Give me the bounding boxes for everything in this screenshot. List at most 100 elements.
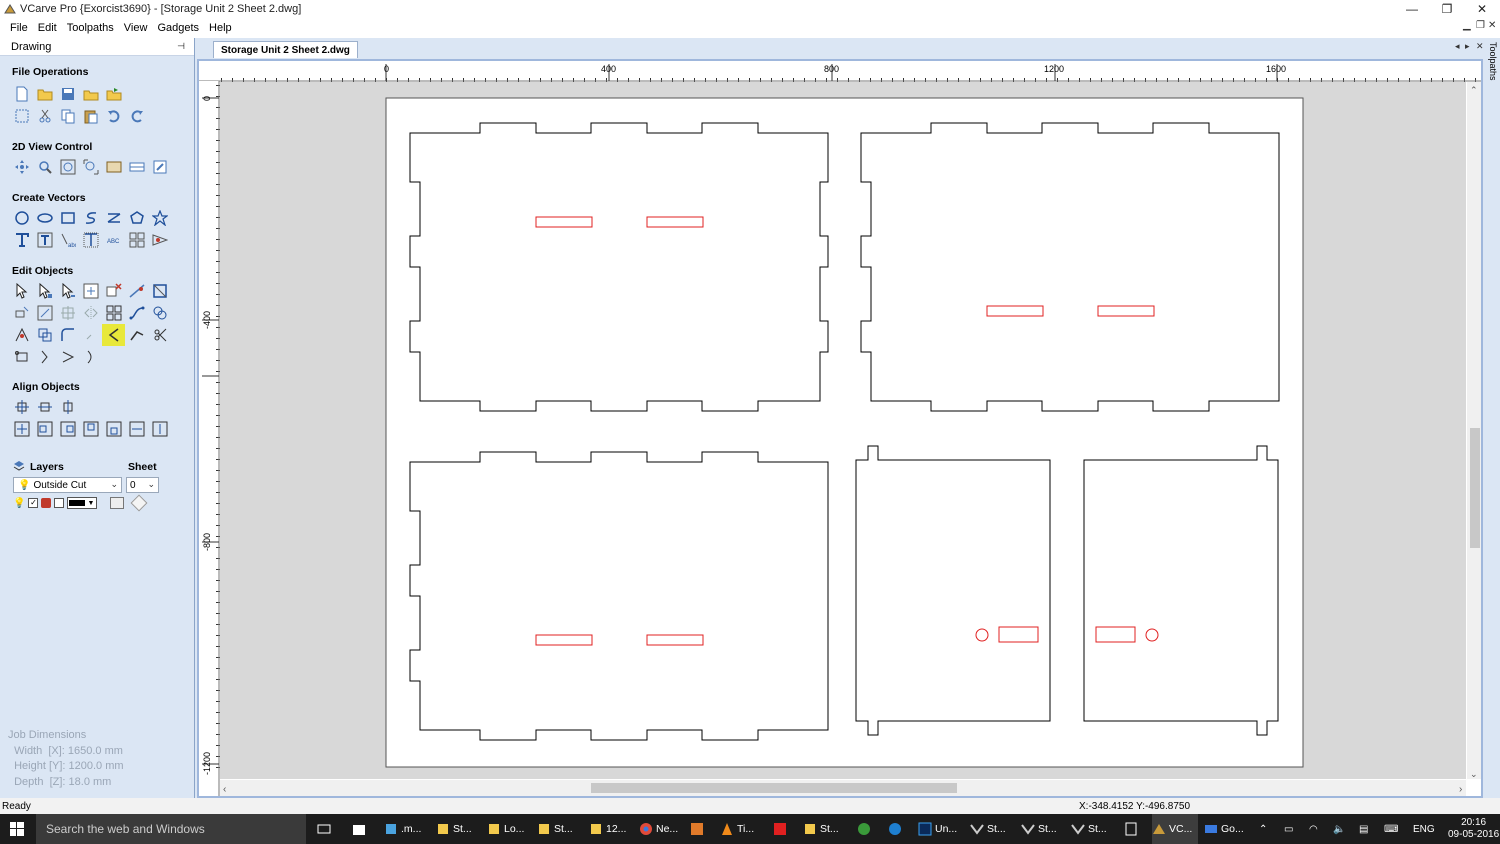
toolpaths-panel-strip[interactable]: Toolpaths: [1487, 38, 1500, 798]
align-center-icon[interactable]: [10, 396, 33, 418]
tab-close-icon[interactable]: ✕: [1476, 41, 1484, 52]
sheet-select[interactable]: 0 ⌄: [126, 477, 159, 493]
group-icon[interactable]: [102, 302, 125, 324]
distribute-h-icon[interactable]: [125, 418, 148, 440]
distribute-v-icon[interactable]: [148, 418, 171, 440]
minimize-button[interactable]: —: [1394, 0, 1430, 18]
select-icon[interactable]: [10, 280, 33, 302]
taskbar-app[interactable]: St...: [970, 814, 1006, 844]
taskbar-app[interactable]: Lo...: [487, 814, 524, 844]
menu-help[interactable]: Help: [204, 22, 237, 34]
trim-icon[interactable]: [125, 280, 148, 302]
polygon-icon[interactable]: [125, 207, 148, 229]
windows-start-icon[interactable]: [10, 822, 24, 836]
mdi-minimize-button[interactable]: ▁: [1463, 20, 1471, 31]
wifi-icon[interactable]: ◠: [1309, 814, 1318, 844]
export-folder-icon[interactable]: [102, 83, 125, 105]
mdi-restore-button[interactable]: ❐: [1476, 20, 1485, 31]
undo-icon[interactable]: [102, 105, 125, 127]
polyline-icon[interactable]: [79, 207, 102, 229]
fillet-icon[interactable]: [56, 324, 79, 346]
smart-smooth-icon[interactable]: [102, 324, 125, 346]
align-top-icon[interactable]: [79, 418, 102, 440]
copy-icon[interactable]: [56, 105, 79, 127]
volume-icon[interactable]: 🔈: [1333, 814, 1345, 844]
taskbar-app[interactable]: [773, 814, 790, 844]
view-material-icon[interactable]: [102, 156, 125, 178]
scroll-up-icon[interactable]: ⌃: [1470, 85, 1478, 95]
tab-scroll-left-icon[interactable]: ◂: [1455, 41, 1460, 52]
zoom-box-icon[interactable]: [33, 156, 56, 178]
drawing-canvas[interactable]: 0 400 800 1200 1600 0 -400 -800 -1200 ⌃ …: [199, 61, 1481, 796]
taskbar-app[interactable]: St...: [1071, 814, 1107, 844]
pin-icon[interactable]: ⊣: [177, 41, 185, 52]
taskbar-app[interactable]: [1124, 814, 1141, 844]
new-file-icon[interactable]: [10, 83, 33, 105]
tab-document[interactable]: Storage Unit 2 Sheet 2.dwg: [213, 41, 358, 58]
show-hidden-icons-icon[interactable]: ⌃: [1259, 814, 1267, 844]
store-icon[interactable]: [352, 814, 369, 844]
menu-toolpaths[interactable]: Toolpaths: [62, 22, 119, 34]
layer-visible-icon[interactable]: 💡: [13, 498, 25, 509]
taskbar-app[interactable]: St...: [436, 814, 472, 844]
star-icon[interactable]: [148, 207, 171, 229]
angle-icon[interactable]: [56, 346, 79, 368]
node-edit-icon[interactable]: [33, 280, 56, 302]
menu-file[interactable]: File: [5, 22, 33, 34]
text-on-curve-icon[interactable]: abc: [56, 229, 79, 251]
keyboard-icon[interactable]: ⌨: [1384, 814, 1398, 844]
taskbar-app[interactable]: St...: [803, 814, 839, 844]
curve-fit-icon[interactable]: [125, 324, 148, 346]
layer-properties-icon[interactable]: [110, 497, 125, 509]
layer-manager-icon[interactable]: [130, 494, 148, 512]
action-center-icon[interactable]: ▤: [1359, 814, 1368, 844]
circle-icon[interactable]: [10, 207, 33, 229]
cut-icon[interactable]: [33, 105, 56, 127]
view-toolpath-icon[interactable]: [148, 156, 171, 178]
save-icon[interactable]: [56, 83, 79, 105]
weld-icon[interactable]: [148, 302, 171, 324]
distort-icon[interactable]: [56, 302, 79, 324]
paste-icon[interactable]: [79, 105, 102, 127]
taskbar-app[interactable]: Ne...: [639, 814, 678, 844]
tab-scroll-right-icon[interactable]: ▸: [1465, 41, 1470, 52]
drawing-viewport[interactable]: 0 400 800 1200 1600 0 -400 -800 -1200 ⌃ …: [197, 59, 1483, 798]
taskbar-app[interactable]: St...: [1021, 814, 1057, 844]
mirror-vertical-icon[interactable]: [79, 302, 102, 324]
bracket-curve-icon[interactable]: [79, 346, 102, 368]
language-indicator[interactable]: ENG: [1413, 814, 1435, 844]
mirror-icon[interactable]: [33, 302, 56, 324]
layer-color-picker[interactable]: ▼: [67, 497, 98, 509]
taskbar-app[interactable]: [857, 814, 874, 844]
menu-view[interactable]: View: [119, 22, 153, 34]
battery-icon[interactable]: ▭: [1284, 814, 1293, 844]
text-icon[interactable]: [10, 229, 33, 251]
rotate-icon[interactable]: [10, 302, 33, 324]
arc-text-icon[interactable]: [79, 229, 102, 251]
curve-icon[interactable]: [102, 207, 125, 229]
menu-gadgets[interactable]: Gadgets: [152, 22, 204, 34]
clock[interactable]: 20:16 09-05-2016: [1448, 814, 1499, 844]
redo-icon[interactable]: [125, 105, 148, 127]
taskbar-app[interactable]: Go...: [1204, 814, 1244, 844]
scale-icon[interactable]: [148, 280, 171, 302]
taskbar-app[interactable]: [690, 814, 707, 844]
open-folder-icon[interactable]: [33, 83, 56, 105]
vertical-scrollbar-thumb[interactable]: [1470, 428, 1480, 548]
import-folder-icon[interactable]: [79, 83, 102, 105]
zoom-extents-icon[interactable]: [56, 156, 79, 178]
close-button[interactable]: ✕: [1464, 0, 1500, 18]
layer-checkbox[interactable]: ✓: [28, 498, 39, 508]
move-icon[interactable]: [79, 280, 102, 302]
taskbar-app[interactable]: [888, 814, 905, 844]
text-fit-icon[interactable]: ABC: [102, 229, 125, 251]
scroll-left-icon[interactable]: ‹: [223, 784, 226, 795]
scroll-down-icon[interactable]: ⌄: [1470, 769, 1478, 779]
horizontal-scrollbar-thumb[interactable]: [591, 783, 957, 793]
offset-icon[interactable]: [79, 324, 102, 346]
menu-edit[interactable]: Edit: [33, 22, 62, 34]
zoom-selected-icon[interactable]: [79, 156, 102, 178]
tabs-icon[interactable]: [148, 324, 171, 346]
interactive-move-icon[interactable]: [56, 280, 79, 302]
taskbar-app[interactable]: Un...: [918, 814, 957, 844]
